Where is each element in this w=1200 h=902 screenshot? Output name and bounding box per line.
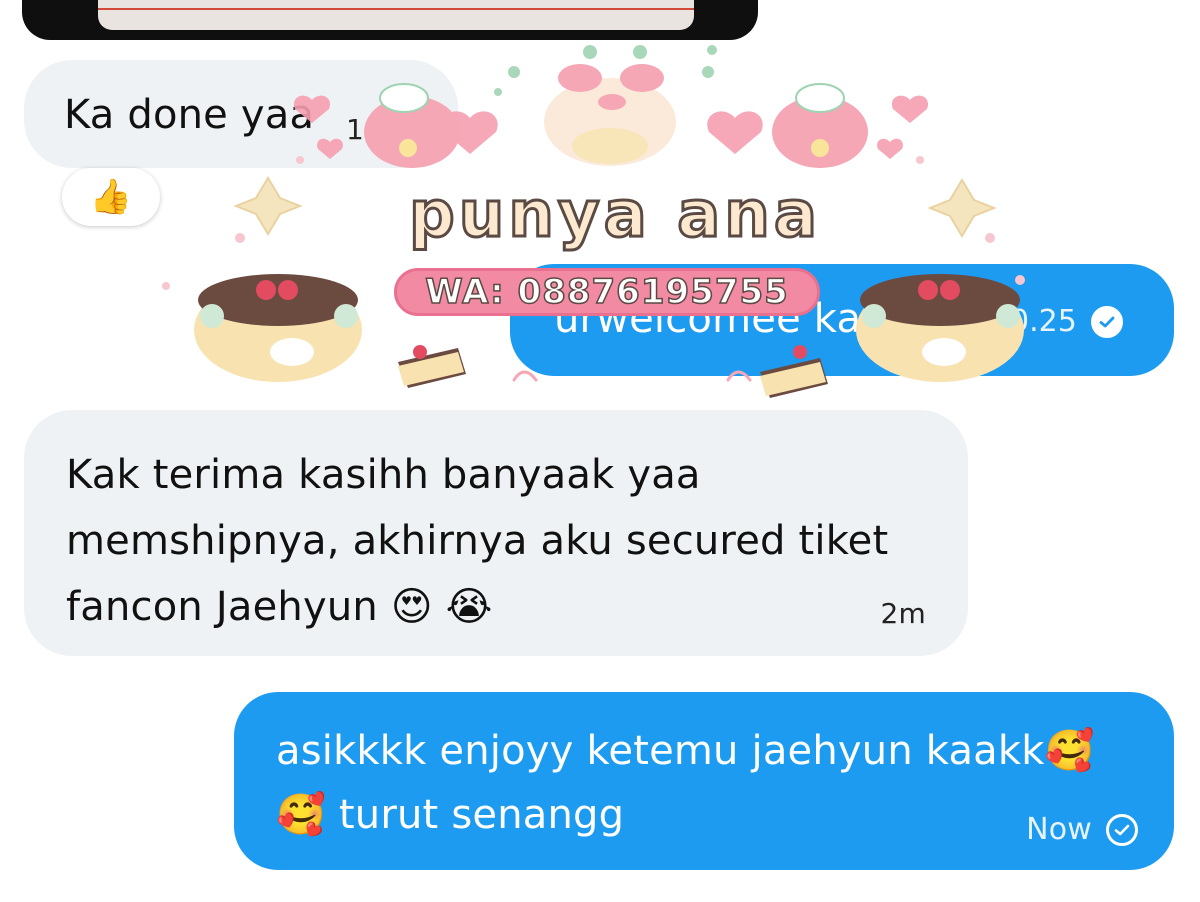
media-preview (98, 0, 694, 30)
outgoing-message[interactable]: asikkkk enjoyy ketemu jaehyun kaakk🥰 🥰 t… (234, 692, 1174, 870)
thumbs-up-icon: 👍 (89, 177, 133, 217)
message-line: 🥰 turut senangg (276, 792, 625, 838)
incoming-message[interactable]: Ka done yaa 10 (24, 60, 458, 168)
media-divider (98, 8, 694, 10)
sent-check-icon (1106, 814, 1138, 846)
message-line: Kak terima kasihh banyaak yaa (66, 452, 701, 498)
message-text: urwelcomee ka (554, 296, 862, 342)
message-line: memshipnya, akhirnya aku secured tiket (66, 518, 889, 564)
watermark-title: punya ana (407, 177, 822, 254)
message-time: 0.25 (1010, 304, 1077, 339)
message-reaction[interactable]: 👍 (62, 168, 160, 226)
message-time: 10 (346, 113, 383, 146)
read-check-icon (1090, 306, 1123, 338)
message-text: Ka done yaa (64, 92, 315, 138)
message-line: fancon Jaehyun 😍 😭 (66, 584, 493, 630)
incoming-message[interactable]: Kak terima kasihh banyaak yaa memshipnya… (24, 410, 968, 656)
message-meta: 0.25 (1010, 304, 1123, 340)
message-meta: Now (1026, 812, 1138, 848)
message-time: 2m (880, 597, 926, 630)
message-line: asikkkk enjoyy ketemu jaehyun kaakk🥰 (276, 728, 1095, 774)
message-time: Now (1026, 812, 1092, 847)
media-attachment[interactable] (22, 0, 758, 40)
